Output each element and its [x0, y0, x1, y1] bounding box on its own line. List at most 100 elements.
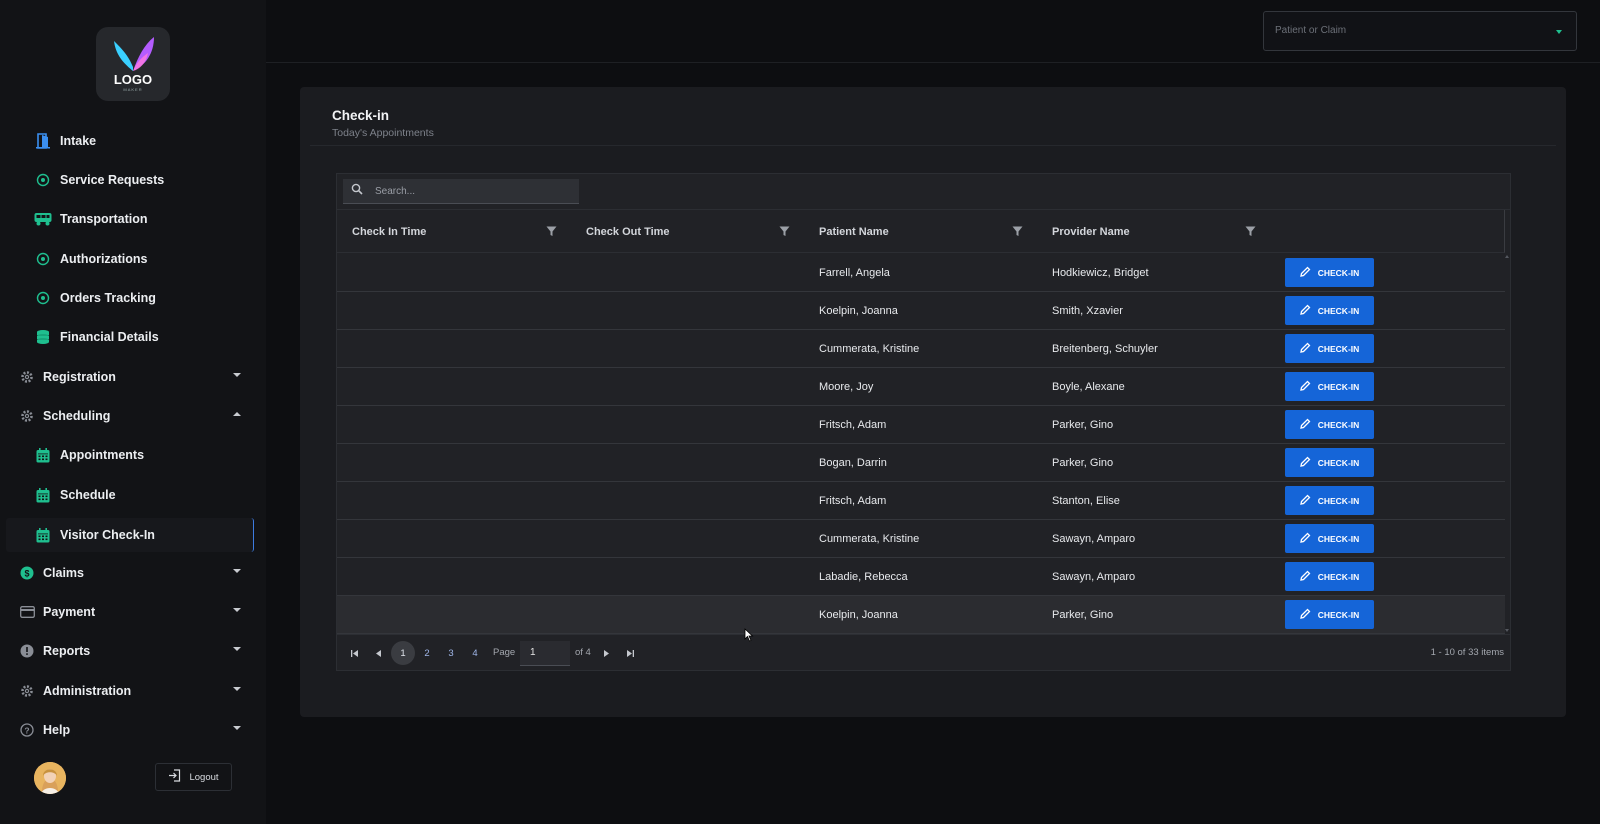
app-logo[interactable]: LOGO MAKER [96, 27, 170, 101]
check-in-button[interactable]: CHECK-IN [1285, 334, 1374, 363]
column-header-check-out-time[interactable]: Check Out Time [571, 210, 804, 253]
filter-icon[interactable] [1244, 225, 1256, 237]
grid-body: Farrell, Angela Hodkiewicz, Bridget CHEC… [337, 254, 1505, 634]
cell-patient-name: Moore, Joy [819, 381, 874, 393]
table-row[interactable]: Koelpin, Joanna Parker, Gino CHECK-IN [337, 596, 1505, 634]
page-number-current[interactable]: 1 [391, 641, 415, 665]
check-in-button[interactable]: CHECK-IN [1285, 258, 1374, 287]
column-label: Patient Name [819, 225, 889, 238]
last-page-icon[interactable] [624, 647, 636, 659]
circle-dot-icon [34, 250, 52, 268]
sidebar-item-financial-details[interactable]: Financial Details [34, 320, 252, 354]
cell-check-out-time [571, 330, 804, 368]
check-in-button[interactable]: CHECK-IN [1285, 296, 1374, 325]
table-row[interactable]: Fritsch, Adam Parker, Gino CHECK-IN [337, 406, 1505, 444]
page-label: Page [493, 647, 516, 658]
sidebar-item-authorizations[interactable]: Authorizations [34, 242, 252, 276]
search-box[interactable] [343, 179, 579, 204]
column-label: Check In Time [352, 225, 427, 238]
cell-provider-name: Boyle, Alexane [1052, 381, 1125, 393]
check-in-button[interactable]: CHECK-IN [1285, 448, 1374, 477]
sidebar-item-appointments[interactable]: Appointments [34, 438, 252, 472]
sidebar-item-registration[interactable]: Registration [19, 360, 241, 394]
avatar[interactable] [34, 762, 66, 794]
sidebar-item-transportation[interactable]: Transportation [34, 202, 252, 236]
check-in-card: Check-in Today's Appointments Check In T… [300, 87, 1566, 717]
items-info: 1 - 10 of 33 items [1430, 647, 1504, 658]
cell-provider-name: Parker, Gino [1052, 609, 1114, 621]
cell-patient-name: Fritsch, Adam [819, 495, 887, 507]
logo-subtext: MAKER [123, 87, 142, 92]
cell-patient-name: Cummerata, Kristine [819, 533, 920, 545]
column-header-provider-name[interactable]: Provider Name [1037, 210, 1270, 253]
check-in-button[interactable]: CHECK-IN [1285, 410, 1374, 439]
column-header-check-in-time[interactable]: Check In Time [337, 210, 571, 253]
sidebar-item-claims[interactable]: $ Claims [19, 556, 241, 590]
filter-icon[interactable] [778, 225, 790, 237]
patient-or-claim-select[interactable]: Patient or Claim [1263, 11, 1577, 51]
sidebar-item-label: Administration [43, 684, 132, 698]
sidebar-item-schedule[interactable]: Schedule [34, 478, 252, 512]
next-page-icon[interactable] [600, 647, 612, 659]
sidebar: LOGO MAKER Intake Service Requests Trans… [0, 0, 266, 824]
bus-icon [34, 210, 52, 228]
pencil-icon [1299, 456, 1311, 469]
sidebar-item-intake[interactable]: Intake [34, 124, 252, 158]
column-header-patient-name[interactable]: Patient Name [804, 210, 1037, 253]
sidebar-item-orders-tracking[interactable]: Orders Tracking [34, 281, 252, 315]
cell-check-out-time [571, 520, 804, 558]
cell-check-in-time [337, 292, 571, 330]
table-row[interactable]: Moore, Joy Boyle, Alexane CHECK-IN [337, 368, 1505, 406]
calendar-icon [34, 526, 52, 544]
cell-check-in-time [337, 520, 571, 558]
sidebar-item-help[interactable]: ? Help [19, 713, 241, 747]
sidebar-item-visitor-check-in[interactable]: Visitor Check-In [6, 518, 254, 552]
page-number[interactable]: 4 [463, 641, 487, 665]
sidebar-item-label: Scheduling [43, 409, 111, 423]
cell-provider-name: Breitenberg, Schuyler [1052, 343, 1158, 355]
cell-check-out-time [571, 558, 804, 596]
check-in-button[interactable]: CHECK-IN [1285, 524, 1374, 553]
prev-page-icon[interactable] [372, 647, 384, 659]
table-row[interactable]: Koelpin, Joanna Smith, Xzavier CHECK-IN [337, 292, 1505, 330]
cell-provider-name: Sawayn, Amparo [1052, 571, 1136, 583]
check-in-label: CHECK-IN [1317, 533, 1360, 544]
sidebar-item-reports[interactable]: Reports [19, 634, 241, 668]
filter-icon[interactable] [1011, 225, 1023, 237]
sidebar-item-administration[interactable]: Administration [19, 674, 241, 708]
check-in-button[interactable]: CHECK-IN [1285, 562, 1374, 591]
page-number[interactable]: 3 [439, 641, 463, 665]
filter-icon[interactable] [545, 225, 557, 237]
chevron-down-icon [233, 569, 241, 573]
scroll-up-arrow[interactable] [1505, 255, 1509, 258]
first-page-icon[interactable] [348, 647, 360, 659]
gear-icon [19, 408, 35, 424]
table-row[interactable]: Cummerata, Kristine Sawayn, Amparo CHECK… [337, 520, 1505, 558]
svg-text:$: $ [24, 569, 29, 579]
table-row[interactable]: Farrell, Angela Hodkiewicz, Bridget CHEC… [337, 254, 1505, 292]
logout-button[interactable]: Logout [155, 763, 232, 791]
search-icon [351, 182, 363, 200]
table-row[interactable]: Bogan, Darrin Parker, Gino CHECK-IN [337, 444, 1505, 482]
grid-header: Check In Time Check Out Time Patient Nam… [337, 210, 1505, 253]
chevron-down-icon [233, 726, 241, 730]
check-in-button[interactable]: CHECK-IN [1285, 486, 1374, 515]
table-row[interactable]: Cummerata, Kristine Breitenberg, Schuyle… [337, 330, 1505, 368]
check-in-label: CHECK-IN [1317, 495, 1360, 506]
table-row[interactable]: Fritsch, Adam Stanton, Elise CHECK-IN [337, 482, 1505, 520]
check-in-label: CHECK-IN [1317, 571, 1360, 582]
search-input[interactable] [375, 185, 565, 197]
sidebar-item-scheduling[interactable]: Scheduling [19, 399, 241, 433]
table-row[interactable]: Labadie, Rebecca Sawayn, Amparo CHECK-IN [337, 558, 1505, 596]
check-in-button[interactable]: CHECK-IN [1285, 372, 1374, 401]
page-input[interactable]: 1 [520, 641, 570, 666]
check-in-button[interactable]: CHECK-IN [1285, 600, 1374, 629]
chevron-down-icon [233, 687, 241, 691]
sidebar-item-payment[interactable]: Payment [19, 595, 241, 629]
logout-label: Logout [189, 771, 219, 783]
scroll-down-arrow[interactable] [1505, 629, 1509, 632]
page-number[interactable]: 2 [415, 641, 439, 665]
sidebar-item-label: Help [43, 723, 71, 737]
column-label: Provider Name [1052, 225, 1130, 238]
sidebar-item-service-requests[interactable]: Service Requests [34, 163, 252, 197]
